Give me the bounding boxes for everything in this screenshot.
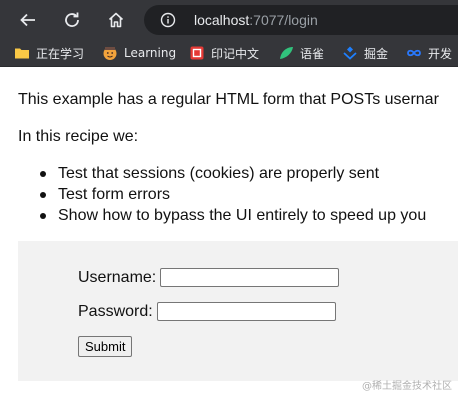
watermark: @稀土掘金技术社区 xyxy=(362,381,452,392)
bookmark-label: 开发 xyxy=(428,46,453,61)
login-form: Username: Password: Submit xyxy=(18,241,458,381)
username-row: Username: xyxy=(78,268,340,287)
bookmark-label: 掘金 xyxy=(364,46,389,61)
bookmark-juejin[interactable]: 掘金 xyxy=(342,44,388,62)
bookmark-yuque[interactable]: 语雀 xyxy=(278,44,324,62)
red-logo-icon xyxy=(189,45,205,61)
page-content: This example has a regular HTML form tha… xyxy=(0,67,458,404)
bookmark-label: 印记中文 xyxy=(211,46,260,61)
bookmark-label: Learning xyxy=(124,46,177,60)
list-item: Test that sessions (cookies) are properl… xyxy=(39,163,426,184)
bookmark-yinji[interactable]: 印记中文 xyxy=(189,44,259,62)
emoji-icon xyxy=(102,45,118,61)
home-button[interactable] xyxy=(104,8,128,32)
bookmark-learning[interactable]: Learning xyxy=(102,44,176,62)
username-label: Username: xyxy=(78,268,157,286)
list-item: Test form errors xyxy=(39,184,426,205)
bookmark-label: 语雀 xyxy=(300,46,325,61)
recipe-list: Test that sessions (cookies) are properl… xyxy=(18,163,426,226)
url-path: :7077/login xyxy=(249,12,318,28)
password-row: Password: xyxy=(78,302,336,321)
blue-diamond-icon xyxy=(342,45,358,61)
browser-toolbar: localhost:7077/login xyxy=(0,0,458,40)
info-icon[interactable] xyxy=(160,12,176,28)
bookmark-dev[interactable]: 开发 xyxy=(406,44,452,62)
reload-icon xyxy=(65,12,79,27)
username-input[interactable] xyxy=(160,268,340,287)
arrow-left-icon xyxy=(20,13,35,27)
bookmarks-bar: 正在学习 Learning 印记中文 语雀 掘金 开发 xyxy=(0,40,458,67)
blue-infinity-icon xyxy=(406,45,422,61)
address-bar[interactable]: localhost:7077/login xyxy=(144,5,458,35)
bookmark-label: 正在学习 xyxy=(36,46,85,61)
url-host: localhost xyxy=(194,12,250,28)
bookmark-folder-studying[interactable]: 正在学习 xyxy=(14,44,84,62)
password-label: Password: xyxy=(78,302,153,320)
reload-button[interactable] xyxy=(60,8,84,32)
list-item: Show how to bypass the UI entirely to sp… xyxy=(39,207,427,224)
submit-button[interactable]: Submit xyxy=(78,336,133,357)
recipe-intro-text: In this recipe we: xyxy=(18,128,139,145)
back-button[interactable] xyxy=(16,8,40,32)
folder-icon xyxy=(14,45,30,61)
green-leaf-icon xyxy=(278,45,294,61)
url-text: localhost:7077/login xyxy=(194,12,318,28)
home-icon xyxy=(108,12,124,28)
intro-text: This example has a regular HTML form tha… xyxy=(18,91,439,108)
password-input[interactable] xyxy=(156,302,336,321)
